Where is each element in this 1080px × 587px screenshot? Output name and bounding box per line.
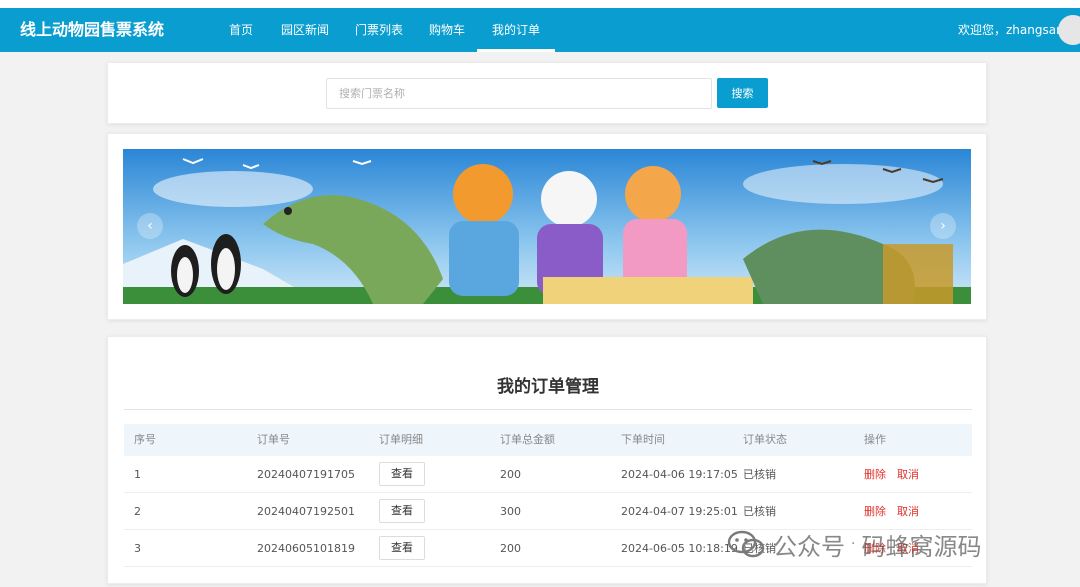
- view-detail-button[interactable]: 查看: [379, 536, 425, 560]
- row-time: 2024-04-07 19:25:01: [621, 505, 738, 518]
- chevron-left-icon[interactable]: ‹: [137, 213, 163, 239]
- table-row: 1 20240407191705 查看 200 2024-04-06 19:17…: [124, 456, 972, 493]
- app-title: 线上动物园售票系统: [20, 20, 165, 39]
- col-time: 下单时间: [621, 433, 665, 446]
- banner-carousel[interactable]: [123, 149, 971, 304]
- col-status: 订单状态: [743, 433, 787, 446]
- col-index: 序号: [134, 433, 156, 446]
- title-divider: [124, 409, 972, 410]
- nav-item-tickets[interactable]: 门票列表: [355, 8, 403, 52]
- row-index: 2: [134, 505, 141, 518]
- col-detail: 订单明细: [379, 433, 423, 446]
- delete-link[interactable]: 删除: [864, 456, 886, 493]
- col-order-no: 订单号: [257, 433, 290, 446]
- nav-item-my-orders[interactable]: 我的订单: [476, 8, 556, 52]
- nav-item-news[interactable]: 园区新闻: [281, 8, 329, 52]
- row-status: 已核销: [743, 468, 776, 481]
- top-strip: [0, 0, 1080, 8]
- table-header: 序号 订单号 订单明细 订单总金额 下单时间 订单状态 操作: [124, 424, 972, 456]
- delete-link[interactable]: 删除: [864, 493, 886, 530]
- watermark-text: 公众号: [773, 532, 845, 561]
- row-time: 2024-04-06 19:17:05: [621, 468, 738, 481]
- col-actions: 操作: [864, 433, 886, 446]
- search-button[interactable]: 搜索: [717, 78, 768, 108]
- row-index: 3: [134, 542, 141, 555]
- cancel-link[interactable]: 取消: [897, 493, 919, 530]
- row-status: 已核销: [743, 505, 776, 518]
- banner-card: ‹ ›: [107, 133, 987, 320]
- row-order-no: 20240407191705: [257, 468, 355, 481]
- page-title: 我的订单管理: [497, 377, 599, 397]
- col-amount: 订单总金额: [500, 433, 555, 446]
- search-input[interactable]: [326, 78, 712, 109]
- nav-item-home[interactable]: 首页: [229, 8, 253, 52]
- search-card: 搜索: [107, 62, 987, 124]
- row-amount: 300: [500, 505, 521, 518]
- chevron-right-icon[interactable]: ›: [930, 213, 956, 239]
- banner-image: [123, 149, 971, 304]
- view-detail-button[interactable]: 查看: [379, 462, 425, 486]
- row-amount: 200: [500, 542, 521, 555]
- row-amount: 200: [500, 468, 521, 481]
- table-row: 2 20240407192501 查看 300 2024-04-07 19:25…: [124, 493, 972, 530]
- row-time: 2024-06-05 10:18:19: [621, 542, 738, 555]
- view-detail-button[interactable]: 查看: [379, 499, 425, 523]
- row-order-no: 20240605101819: [257, 542, 355, 555]
- welcome-user: 欢迎您，zhangsan: [958, 23, 1064, 37]
- row-index: 1: [134, 468, 141, 481]
- watermark-name: 码蜂窝源码: [861, 532, 982, 561]
- nav-item-cart[interactable]: 购物车: [429, 8, 465, 52]
- top-navbar: 线上动物园售票系统 首页 园区新闻 门票列表 购物车 我的订单 欢迎您，zhan…: [0, 8, 1080, 52]
- row-order-no: 20240407192501: [257, 505, 355, 518]
- watermark-separator: ·: [851, 536, 856, 552]
- avatar[interactable]: [1058, 15, 1080, 45]
- wechat-icon: [727, 530, 765, 558]
- cancel-link[interactable]: 取消: [897, 456, 919, 493]
- watermark: 公众号 · 码蜂窝源码: [727, 526, 981, 562]
